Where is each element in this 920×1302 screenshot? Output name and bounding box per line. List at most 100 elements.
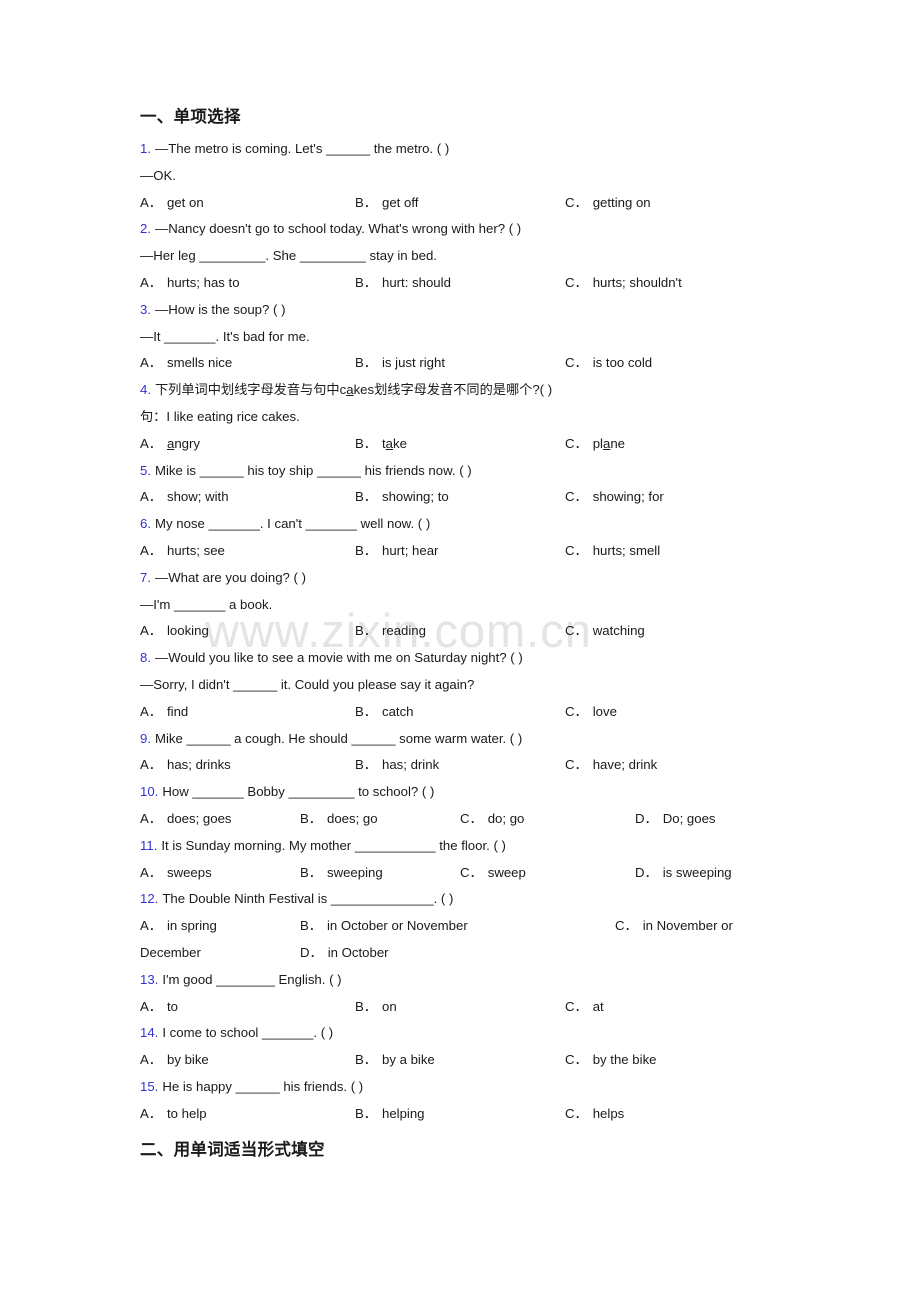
option-d-label: D． <box>635 864 658 880</box>
option-a-text: get on <box>166 194 204 210</box>
question-text: My nose _______. I can't _______ well no… <box>155 516 431 532</box>
question-number: 12. <box>140 891 159 907</box>
option-a[interactable]: A． does; goes <box>140 806 232 833</box>
option-d[interactable]: D． in October <box>300 940 389 967</box>
option-a-text: to <box>166 998 178 1014</box>
question-stem: 11. It is Sunday morning. My mother _____… <box>140 833 840 860</box>
option-b-label: B． <box>300 864 322 880</box>
option-c[interactable]: C． love <box>565 699 617 726</box>
option-a[interactable]: A． smells nice <box>140 350 232 377</box>
option-a[interactable]: A． has; drinks <box>140 752 231 779</box>
option-row: A． does; goes B． does; go C． do; go D． Do; g… <box>140 806 840 833</box>
question-continuation: 句：I like eating rice cakes. <box>140 408 300 424</box>
option-d-text: Do; goes <box>662 810 716 826</box>
question-number: 2. <box>140 221 151 237</box>
option-b[interactable]: B． catch <box>355 699 414 726</box>
option-c[interactable]: C． do; go <box>460 806 524 833</box>
option-b[interactable]: B． is just right <box>355 350 445 377</box>
option-c-text: getting on <box>592 194 651 210</box>
option-b-label: B． <box>355 1052 377 1068</box>
option-d-text: is sweeping <box>662 864 732 880</box>
option-b[interactable]: B． hurt; hear <box>355 538 438 565</box>
option-d-text: in October <box>327 944 389 960</box>
option-a[interactable]: A． find <box>140 699 188 726</box>
option-b[interactable]: B． has; drink <box>355 752 439 779</box>
option-c[interactable]: C． hurts; smell <box>565 538 660 565</box>
option-b[interactable]: B． get off <box>355 190 418 217</box>
option-c-text-pre: pl <box>592 435 603 451</box>
option-row: A． looking B． reading C． watching <box>140 618 840 645</box>
option-row: A． to B． on C． at <box>140 994 840 1021</box>
option-b-text: hurt; hear <box>381 542 439 558</box>
option-c[interactable]: C． in November or <box>615 913 733 940</box>
option-c-text: in November or <box>642 918 733 934</box>
option-b-text: does; go <box>326 810 378 826</box>
option-a[interactable]: A． sweeps <box>140 860 212 887</box>
option-c[interactable]: C． getting on <box>565 190 651 217</box>
option-a-text: smells nice <box>166 355 233 371</box>
option-a[interactable]: A． looking <box>140 618 209 645</box>
option-a-text: has; drinks <box>166 757 231 773</box>
question-number: 15. <box>140 1078 159 1094</box>
option-a-text-post: ngry <box>174 435 200 451</box>
option-b[interactable]: B． in October or November <box>300 913 468 940</box>
option-c[interactable]: C． at <box>565 994 604 1021</box>
question-number: 5. <box>140 462 151 478</box>
question-text: —The metro is coming. Let's ______ the m… <box>155 141 450 156</box>
question-number: 3. <box>140 301 151 317</box>
option-a[interactable]: A． in spring <box>140 913 217 940</box>
option-a-text: looking <box>166 623 209 639</box>
option-a[interactable]: A． get on <box>140 190 204 217</box>
option-b[interactable]: B． on <box>355 994 397 1021</box>
option-a[interactable]: A． hurts; see <box>140 538 225 565</box>
option-c-label: C． <box>460 810 483 826</box>
option-c-label: C． <box>565 1105 588 1121</box>
option-b[interactable]: B． showing; to <box>355 484 449 511</box>
option-c[interactable]: C． is too cold <box>565 350 652 377</box>
option-c[interactable]: C． hurts; shouldn't <box>565 270 682 297</box>
option-a-label: A． <box>140 542 162 558</box>
option-b[interactable]: B． reading <box>355 618 426 645</box>
option-a-label: A． <box>140 1105 162 1121</box>
option-d[interactable]: D． is sweeping <box>635 860 732 887</box>
option-a-label: A． <box>140 355 162 371</box>
option-a[interactable]: A． hurts; has to <box>140 270 240 297</box>
question-stem: 3. —How is the soup? ( ) <box>140 297 840 324</box>
option-b-text: by a bike <box>381 1052 435 1068</box>
option-b[interactable]: B． helping <box>355 1101 425 1128</box>
option-a-text: show; with <box>166 489 229 505</box>
question-text: The Double Ninth Festival is ___________… <box>162 891 454 907</box>
option-b[interactable]: B． hurt: should <box>355 270 451 297</box>
option-b[interactable]: B． sweeping <box>300 860 383 887</box>
option-c[interactable]: C． by the bike <box>565 1047 657 1074</box>
option-b-text: is just right <box>381 355 446 371</box>
option-a-text: hurts; has to <box>166 274 240 290</box>
option-a[interactable]: A． by bike <box>140 1047 209 1074</box>
option-a[interactable]: A． show; with <box>140 484 229 511</box>
option-c[interactable]: C． plane <box>565 431 625 458</box>
option-b[interactable]: B． by a bike <box>355 1047 435 1074</box>
option-b-text: reading <box>381 623 426 639</box>
option-c[interactable]: C． watching <box>565 618 645 645</box>
option-b[interactable]: B． does; go <box>300 806 378 833</box>
option-b[interactable]: B． take <box>355 431 407 458</box>
option-c[interactable]: C． showing; for <box>565 484 664 511</box>
question-number: 6. <box>140 516 151 532</box>
option-a[interactable]: A． to <box>140 994 178 1021</box>
option-a-label: A． <box>140 194 162 210</box>
option-a[interactable]: A． to help <box>140 1101 207 1128</box>
question-number: 1. <box>140 141 151 156</box>
option-c[interactable]: C． sweep <box>460 860 526 887</box>
question-stem: 10. How _______ Bobby _________ to school… <box>140 779 840 806</box>
option-c[interactable]: C． helps <box>565 1101 624 1128</box>
option-a[interactable]: A． angry <box>140 431 200 458</box>
question-text: I'm good ________ English. ( ) <box>162 971 342 987</box>
option-c[interactable]: C． have; drink <box>565 752 657 779</box>
option-d[interactable]: D． Do; goes <box>635 806 716 833</box>
question-stem: 7. —What are you doing? ( ) <box>140 565 840 592</box>
question-continuation: —Her leg _________. She _________ stay i… <box>140 248 437 264</box>
option-row: A． show; with B． showing; to C． showing; fo… <box>140 484 840 511</box>
question-text-post: kes划线字母发音不同的是哪个?( ) <box>353 382 553 398</box>
option-a-text: sweeps <box>166 864 212 880</box>
question-number: 10. <box>140 784 159 800</box>
